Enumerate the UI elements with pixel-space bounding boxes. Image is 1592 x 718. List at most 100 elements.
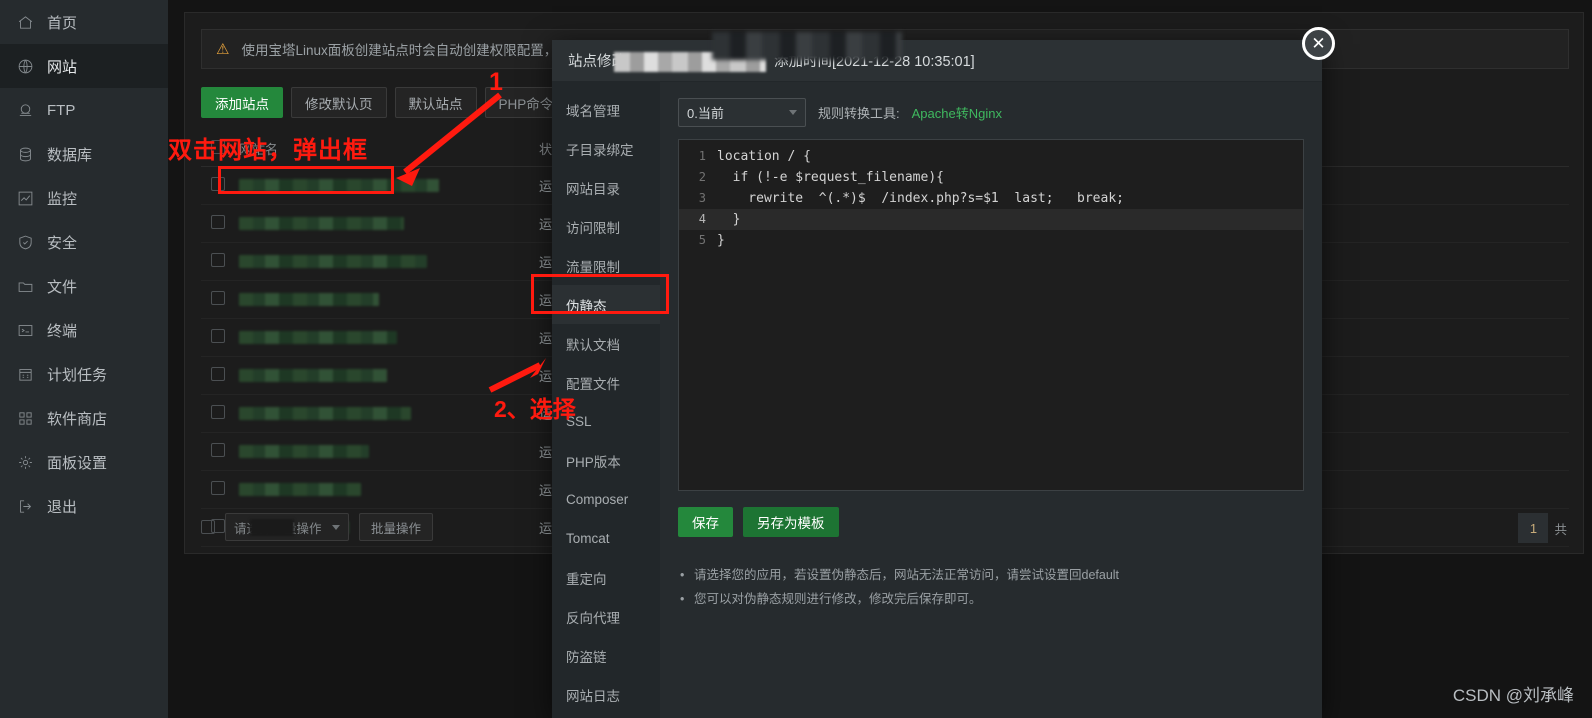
row-checkbox[interactable]: [201, 367, 239, 384]
sidebar-item-label: 文件: [47, 278, 78, 296]
pagination: 1 共: [1518, 513, 1567, 543]
dialog-nav-ssl[interactable]: SSL: [552, 402, 660, 441]
code-line: rewrite ^(.*)$ /index.php?s=$1 last; bre…: [717, 191, 1124, 206]
dialog-body: 域名管理 子目录绑定 网站目录 访问限制 流量限制 伪静态 默认文档 配置文件 …: [552, 82, 1322, 718]
dialog-nav-site-log[interactable]: 网站日志: [552, 675, 660, 714]
sidebar-item-logout[interactable]: 退出: [0, 484, 168, 528]
sidebar-item-settings[interactable]: 面板设置: [0, 440, 168, 484]
site-name-cell[interactable]: [239, 255, 539, 268]
sidebar-item-terminal[interactable]: 终端: [0, 308, 168, 352]
code-line: }: [713, 209, 1303, 230]
line-number: 4: [679, 209, 713, 230]
row-checkbox[interactable]: [201, 443, 239, 460]
site-name-cell[interactable]: [239, 293, 539, 306]
row-checkbox[interactable]: [201, 481, 239, 498]
hint-item: 您可以对伪静态规则进行修改，修改完后保存即可。: [678, 587, 1304, 611]
dialog-nav-rewrite[interactable]: 伪静态: [552, 285, 660, 324]
dialog-nav-sitedir[interactable]: 网站目录: [552, 168, 660, 207]
save-button[interactable]: 保存: [678, 507, 733, 537]
dialog-nav-domain[interactable]: 域名管理: [552, 90, 660, 129]
dialog-header: 站点修改 添加时间[2021-12-28 10:35:01]: [552, 32, 1322, 82]
dialog-title-mosaic-upper: [712, 32, 902, 60]
apache-to-nginx-link[interactable]: Apache转Nginx: [912, 103, 1002, 122]
editor-gutter: 1 2 3 4 5: [679, 140, 713, 490]
sidebar-item-security[interactable]: 安全: [0, 220, 168, 264]
warning-icon: ⚠: [216, 41, 230, 58]
dialog-nav-traffic-limit[interactable]: 流量限制: [552, 246, 660, 285]
home-icon: [16, 13, 35, 32]
logout-icon: [16, 497, 35, 516]
rewrite-code-editor[interactable]: 1 2 3 4 5 location / { if (!-e $request_…: [678, 139, 1304, 491]
dialog-nav-composer[interactable]: Composer: [552, 480, 660, 519]
dialog-nav-default-doc[interactable]: 默认文档: [552, 324, 660, 363]
row-checkbox[interactable]: [201, 329, 239, 346]
site-name-cell[interactable]: [239, 483, 539, 496]
row-checkbox[interactable]: [201, 177, 239, 194]
dialog-main-panel: 0.当前 规则转换工具: Apache转Nginx 1 2 3 4 5 loca…: [660, 82, 1322, 718]
site-name-cell[interactable]: [239, 445, 539, 458]
sidebar-item-files[interactable]: 文件: [0, 264, 168, 308]
database-icon: [16, 145, 35, 164]
hint-item: 请选择您的应用，若设置伪静态后，网站无法正常访问，请尝试设置回default: [678, 563, 1304, 587]
watermark: CSDN @刘承峰: [1452, 686, 1574, 705]
batch-operation-select[interactable]: 请选择批量操作: [225, 513, 349, 541]
add-site-button[interactable]: 添加站点: [201, 87, 283, 118]
table-footer: 请选择批量操作 批量操作: [201, 513, 434, 541]
dialog-actions: 保存 另存为模板: [678, 507, 1304, 537]
select-all-checkbox[interactable]: [201, 140, 239, 157]
site-name-cell[interactable]: [239, 217, 539, 230]
rewrite-rule-value: 0.当前: [687, 106, 724, 121]
dialog-nav-access-limit[interactable]: 访问限制: [552, 207, 660, 246]
dialog-nav-reverse-proxy[interactable]: 反向代理: [552, 597, 660, 636]
page-number-1[interactable]: 1: [1518, 513, 1549, 543]
sidebar-item-label: 终端: [47, 322, 78, 340]
sidebar-item-label: 数据库: [47, 146, 93, 164]
rewrite-toolbar: 0.当前 规则转换工具: Apache转Nginx: [678, 98, 1304, 127]
close-icon[interactable]: ✕: [1302, 27, 1335, 60]
sidebar-item-monitor[interactable]: 监控: [0, 176, 168, 220]
line-number: 3: [698, 191, 706, 205]
sidebar-item-cron[interactable]: 计划任务: [0, 352, 168, 396]
site-name-cell[interactable]: [239, 407, 539, 420]
line-number: 2: [698, 170, 706, 184]
line-number: 1: [698, 149, 706, 163]
row-checkbox[interactable]: [201, 215, 239, 232]
calendar-icon: [16, 365, 35, 384]
modify-default-page-button[interactable]: 修改默认页: [291, 87, 387, 118]
editor-code-area[interactable]: location / { if (!-e $request_filename){…: [713, 140, 1303, 490]
default-site-button[interactable]: 默认站点: [394, 87, 477, 118]
app-root: 首页 网站 FTP 数据库 监控 安全 文件 终端 计划任务 软件商店 面板设置…: [0, 0, 1592, 718]
footer-select-all-checkbox[interactable]: [201, 520, 215, 534]
globe-icon: [16, 57, 35, 76]
site-name-cell[interactable]: [239, 369, 539, 382]
dialog-nav-subdir[interactable]: 子目录绑定: [552, 129, 660, 168]
sidebar-item-database[interactable]: 数据库: [0, 132, 168, 176]
row-checkbox[interactable]: [201, 405, 239, 422]
site-name-cell[interactable]: [239, 179, 539, 192]
column-header-sitename: 网站名: [239, 142, 279, 157]
grid-icon: [16, 409, 35, 428]
sidebar-item-ftp[interactable]: FTP: [0, 88, 168, 132]
dialog-nav: 域名管理 子目录绑定 网站目录 访问限制 流量限制 伪静态 默认文档 配置文件 …: [552, 82, 660, 718]
row-checkbox[interactable]: [201, 291, 239, 308]
dialog-nav-redirect[interactable]: 重定向: [552, 558, 660, 597]
folder-icon: [16, 277, 35, 296]
row-checkbox[interactable]: [201, 253, 239, 270]
dialog-nav-tomcat[interactable]: Tomcat: [552, 519, 660, 558]
rewrite-rule-select[interactable]: 0.当前: [678, 98, 806, 127]
dialog-nav-config-file[interactable]: 配置文件: [552, 363, 660, 402]
website-toolbar: 添加站点 修改默认页 默认站点 PHP命令行版本: [201, 87, 608, 118]
site-name-cell[interactable]: [239, 331, 539, 344]
batch-operation-button[interactable]: 批量操作: [359, 513, 434, 541]
sidebar-item-appstore[interactable]: 软件商店: [0, 396, 168, 440]
gear-icon: [16, 453, 35, 472]
dialog-nav-php-version[interactable]: PHP版本: [552, 441, 660, 480]
code-line: location / {: [717, 149, 811, 164]
sidebar-item-website[interactable]: 网站: [0, 44, 168, 88]
line-number: 5: [698, 233, 706, 247]
sidebar-item-home[interactable]: 首页: [0, 0, 168, 44]
ftp-icon: [16, 101, 35, 120]
sidebar-item-label: FTP: [47, 101, 76, 119]
dialog-nav-anti-leech[interactable]: 防盗链: [552, 636, 660, 675]
save-as-template-button[interactable]: 另存为模板: [743, 507, 839, 537]
